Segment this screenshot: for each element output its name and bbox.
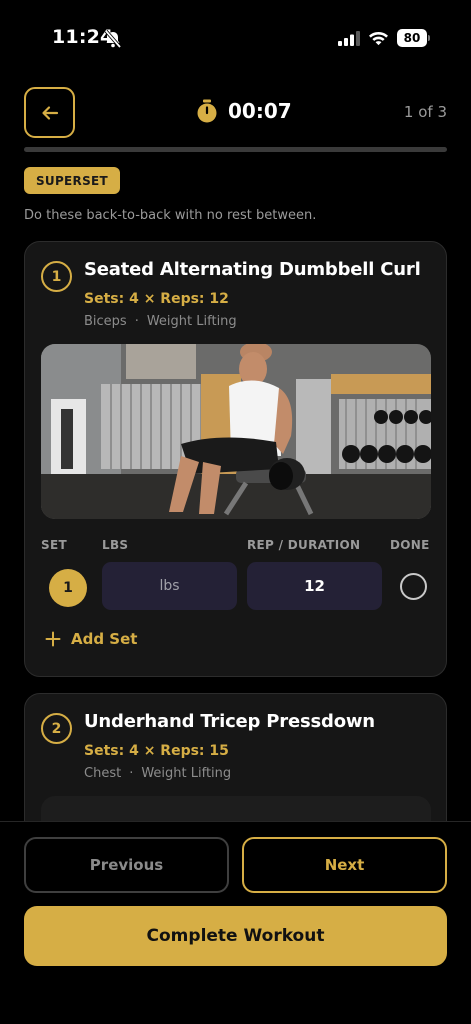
done-checkbox[interactable] bbox=[400, 573, 427, 600]
exercise-tags: Biceps · Weight Lifting bbox=[84, 314, 237, 329]
plus-icon bbox=[45, 631, 61, 647]
exercise-sets-reps: Sets: 4 × Reps: 15 bbox=[84, 743, 229, 759]
col-header-reps: REP / DURATION bbox=[247, 538, 361, 552]
reps-input[interactable]: 12 bbox=[247, 562, 382, 610]
exercise-title[interactable]: Seated Alternating Dumbbell Curl bbox=[84, 259, 421, 280]
status-bar: 11:24 80 bbox=[0, 0, 471, 78]
exercise-image bbox=[41, 344, 431, 519]
exercise-progress-count: 1 of 3 bbox=[403, 103, 447, 121]
complete-workout-button[interactable]: Complete Workout bbox=[24, 906, 447, 966]
exercise-tags: Chest · Weight Lifting bbox=[84, 766, 231, 781]
lbs-input[interactable]: lbs bbox=[102, 562, 237, 610]
tag-separator: · bbox=[134, 314, 139, 329]
exercise-title[interactable]: Underhand Tricep Pressdown bbox=[84, 711, 375, 732]
col-header-lbs: LBS bbox=[102, 538, 129, 552]
wifi-icon bbox=[369, 32, 388, 46]
workout-progress-bar bbox=[24, 147, 447, 152]
arrow-left-icon bbox=[41, 105, 58, 120]
col-header-set: SET bbox=[41, 538, 67, 552]
timer-text: 00:07 bbox=[228, 99, 292, 123]
set-number: 1 bbox=[49, 569, 87, 607]
exercise-muscle: Chest bbox=[84, 766, 122, 781]
battery-icon: 80 bbox=[397, 29, 430, 47]
col-header-done: DONE bbox=[390, 538, 430, 552]
bottom-action-panel: Previous Next Complete Workout bbox=[0, 821, 471, 1024]
add-set-button[interactable]: Add Set bbox=[45, 630, 137, 648]
battery-nub bbox=[428, 35, 430, 41]
add-set-label: Add Set bbox=[71, 630, 138, 648]
exercise-photo bbox=[41, 344, 431, 519]
exercise-number: 2 bbox=[41, 713, 72, 744]
battery-level: 80 bbox=[397, 29, 427, 47]
bell-off-icon bbox=[104, 29, 122, 49]
superset-badge: SUPERSET bbox=[24, 167, 120, 194]
next-button[interactable]: Next bbox=[242, 837, 447, 893]
back-button[interactable] bbox=[24, 87, 75, 138]
previous-button[interactable]: Previous bbox=[24, 837, 229, 893]
stopwatch-icon bbox=[197, 99, 217, 123]
exercise-category: Weight Lifting bbox=[141, 766, 232, 781]
exercise-category: Weight Lifting bbox=[146, 314, 237, 329]
exercise-card: 1 Seated Alternating Dumbbell Curl Sets:… bbox=[24, 241, 447, 677]
tag-separator: · bbox=[129, 766, 134, 781]
exercise-sets-reps: Sets: 4 × Reps: 12 bbox=[84, 291, 229, 307]
exercise-muscle: Biceps bbox=[84, 314, 127, 329]
superset-description: Do these back-to-back with no rest betwe… bbox=[24, 208, 317, 223]
exercise-number: 1 bbox=[41, 261, 72, 292]
workout-timer: 00:07 bbox=[196, 99, 292, 123]
signal-icon bbox=[338, 31, 360, 46]
